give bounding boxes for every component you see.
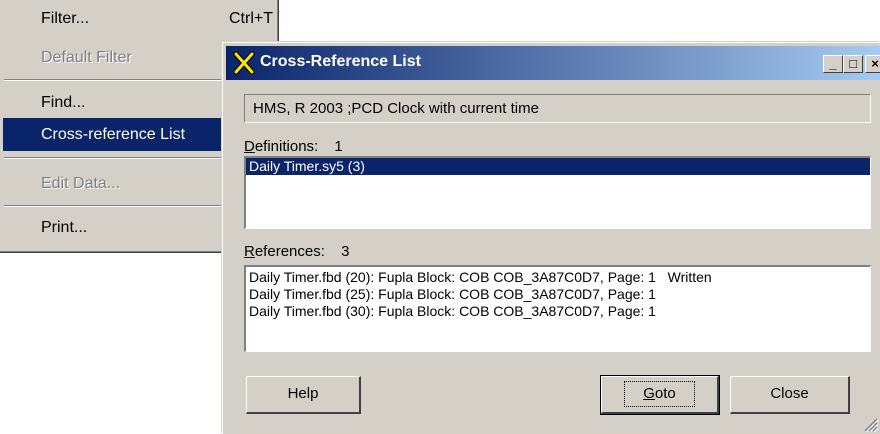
cross-reference-dialog: Cross-Reference List _ □ × HMS, R 2003 ;…	[222, 42, 880, 434]
maximize-button[interactable]: □	[843, 55, 863, 73]
menu-item-label: Filter...	[41, 10, 90, 27]
close-window-button[interactable]: ×	[865, 55, 880, 73]
definitions-count: 1	[334, 138, 343, 155]
menu-item-label: Default Filter	[41, 49, 132, 66]
close-icon: ×	[871, 56, 879, 71]
app-x-icon	[233, 51, 255, 75]
menu-item-label: Find...	[41, 94, 86, 111]
menu-item-label: Edit Data...	[41, 175, 121, 192]
menu-item-label: Print...	[41, 219, 88, 236]
menu-item-filter[interactable]: Filter... Ctrl+T	[3, 2, 275, 35]
references-list[interactable]: Daily Timer.fbd (20): Fupla Block: COB C…	[244, 265, 871, 352]
menu-item-shortcut: Ctrl+T	[229, 10, 273, 27]
minimize-button[interactable]: _	[823, 55, 843, 73]
dialog-title: Cross-Reference List	[260, 53, 421, 70]
close-button[interactable]: Close	[730, 376, 850, 414]
minimize-icon: _	[829, 56, 837, 71]
title-bar[interactable]: Cross-Reference List _ □ ×	[226, 46, 880, 80]
menu-item-label: Cross-reference List	[41, 126, 186, 143]
maximize-icon: □	[849, 56, 857, 71]
list-item[interactable]: Daily Timer.sy5 (3)	[246, 158, 870, 175]
resize-grip-icon[interactable]	[862, 416, 878, 432]
list-item[interactable]: Daily Timer.fbd (30): Fupla Block: COB C…	[246, 303, 870, 320]
list-item[interactable]: Daily Timer.fbd (20): Fupla Block: COB C…	[246, 269, 870, 286]
help-button[interactable]: Help	[246, 376, 361, 414]
references-label: References: 3	[244, 243, 350, 260]
symbol-description-field: HMS, R 2003 ;PCD Clock with current time	[244, 94, 871, 123]
references-count: 3	[341, 243, 350, 260]
definitions-label: Definitions: 1	[244, 138, 343, 155]
definitions-list[interactable]: Daily Timer.sy5 (3)	[244, 156, 871, 229]
list-item[interactable]: Daily Timer.fbd (25): Fupla Block: COB C…	[246, 286, 870, 303]
goto-button[interactable]: Goto	[600, 375, 720, 415]
